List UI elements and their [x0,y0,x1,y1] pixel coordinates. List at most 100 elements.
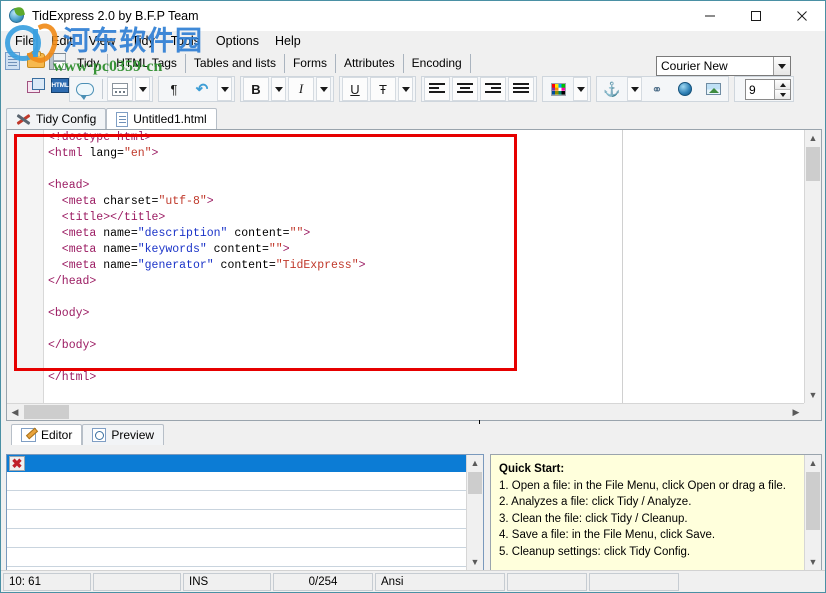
close-messages-button[interactable]: ✖ [9,456,25,471]
quick-start-vertical-scrollbar[interactable]: ▲ ▼ [804,455,821,570]
editor-horizontal-scrollbar[interactable]: ◀ ▶ [7,403,804,420]
underline-button[interactable]: U [342,77,368,101]
line-break-dropdown[interactable] [217,77,232,101]
toolbar-tab-tables-and-lists[interactable]: Tables and lists [186,54,285,73]
document-tab-tidy-config[interactable]: Tidy Config [6,108,106,129]
align-justify-button[interactable] [508,77,534,101]
web-button[interactable] [672,77,698,101]
vertical-scroll-thumb[interactable] [468,472,482,494]
anchor-button[interactable]: ⚓ [599,77,625,101]
scroll-down-arrow[interactable]: ▼ [805,387,821,403]
vertical-scroll-thumb[interactable] [806,147,820,181]
font-size-value: 9 [746,83,774,97]
font-family-dropdown-arrow[interactable] [773,57,790,75]
bold-button[interactable]: B [243,77,269,101]
maximize-button[interactable] [733,1,779,31]
italic-button[interactable]: I [288,77,314,101]
menu-item-tools[interactable]: Tools [163,32,208,50]
format-toolbar: ¶ ↶ B I U Ŧ [69,75,759,103]
menu-item-edit[interactable]: Edit [43,32,81,50]
scroll-down-arrow[interactable]: ▼ [805,554,821,570]
scroll-up-arrow[interactable]: ▲ [805,455,821,471]
comment-button[interactable] [72,77,98,101]
toolbar-tab-forms[interactable]: Forms [285,54,336,73]
toolbar: HTML Tidy HTML Tags Tables and lists For… [1,51,825,106]
tab-preview[interactable]: Preview [82,424,164,445]
new-file-button[interactable] [5,52,27,74]
font-family-select[interactable]: Courier New [656,56,791,76]
toolbar-tab-attributes[interactable]: Attributes [336,54,404,73]
toolbar-tab-html-tags[interactable]: HTML Tags [108,54,186,73]
color-palette-icon [551,83,566,96]
status-cell-3: 0/254 [273,573,373,591]
strikethrough-dropdown[interactable] [398,77,413,101]
document-tab-untitled1[interactable]: Untitled1.html [106,108,216,129]
scroll-left-arrow[interactable]: ◀ [7,404,23,420]
scroll-up-arrow[interactable]: ▲ [467,455,483,471]
anchor-dropdown[interactable] [627,77,642,101]
quick-start-step: 1. Open a file: in the File Menu, click … [499,478,796,495]
strikethrough-button[interactable]: Ŧ [370,77,396,101]
align-left-button[interactable] [424,77,450,101]
line-break-button[interactable]: ↶ [189,77,215,101]
color-dropdown[interactable] [573,77,588,101]
scroll-down-arrow[interactable]: ▼ [467,554,483,570]
code-token: <html [48,147,83,160]
link-button[interactable]: ⚭ [644,77,670,101]
align-right-button[interactable] [480,77,506,101]
table-row[interactable] [7,510,466,529]
quick-start-step: 2. Analyzes a file: click Tidy / Analyze… [499,494,796,511]
insert-table-icon [112,83,128,96]
quick-start-step: 3. Clean the file: click Tidy / Cleanup. [499,511,796,528]
code-editor[interactable]: 12345678910111213141516 <!doctype html><… [6,129,822,421]
table-row[interactable] [7,548,466,567]
text-style-group: B I [240,76,334,102]
menu-item-tidy[interactable]: Tidy [124,32,163,50]
color-button[interactable] [545,77,571,101]
minimize-button[interactable] [687,1,733,31]
scroll-up-arrow[interactable]: ▲ [805,130,821,146]
open-file-button[interactable] [27,53,49,75]
font-size-decrease[interactable] [774,90,790,99]
table-row[interactable] [7,491,466,510]
insert-table-dropdown[interactable] [135,77,150,101]
insert-table-button[interactable] [107,77,133,101]
messages-vertical-scrollbar[interactable]: ▲ ▼ [466,455,483,570]
font-size-stepper[interactable]: 9 [745,79,791,100]
save-file-button[interactable] [49,53,71,75]
menu-item-options[interactable]: Options [208,32,267,50]
magnifier-icon [92,428,106,442]
code-line: <meta name="keywords" content=""> [48,242,290,258]
messages-panel[interactable]: ✖ ▲ ▼ [6,454,484,571]
window-title: TidExpress 2.0 by B.F.P Team [32,9,199,23]
messages-header-row[interactable] [7,455,466,472]
status-cell-6 [589,573,679,591]
scroll-right-arrow[interactable]: ▶ [788,404,804,420]
windows-preview-button[interactable] [27,78,49,100]
bold-dropdown[interactable] [271,77,286,101]
chevron-down-icon [139,87,147,92]
code-text-area[interactable]: <!doctype html><html lang="en"><head> <m… [44,130,804,403]
toolbar-tab-tidy[interactable]: Tidy [69,54,108,73]
italic-dropdown[interactable] [316,77,331,101]
menu-item-file[interactable]: File [7,32,43,50]
horizontal-scroll-thumb[interactable] [24,405,69,419]
quick-start-title: Quick Start: [499,461,796,478]
menu-item-view[interactable]: View [81,32,124,50]
font-size-spin[interactable] [774,80,790,99]
menu-item-help[interactable]: Help [267,32,309,50]
vertical-scroll-thumb[interactable] [806,472,820,530]
editor-vertical-scrollbar[interactable]: ▲ ▼ [804,130,821,403]
close-button[interactable] [779,1,825,31]
font-size-increase[interactable] [774,80,790,90]
align-center-button[interactable] [452,77,478,101]
paragraph-button[interactable]: ¶ [161,77,187,101]
image-button[interactable] [700,77,726,101]
code-line: <meta charset="utf-8"> [48,194,214,210]
table-row[interactable] [7,529,466,548]
code-token: charset= [96,195,158,208]
table-row[interactable] [7,472,466,491]
tab-editor[interactable]: Editor [11,424,82,445]
toolbar-tab-encoding[interactable]: Encoding [404,54,471,73]
messages-list[interactable] [7,472,466,570]
